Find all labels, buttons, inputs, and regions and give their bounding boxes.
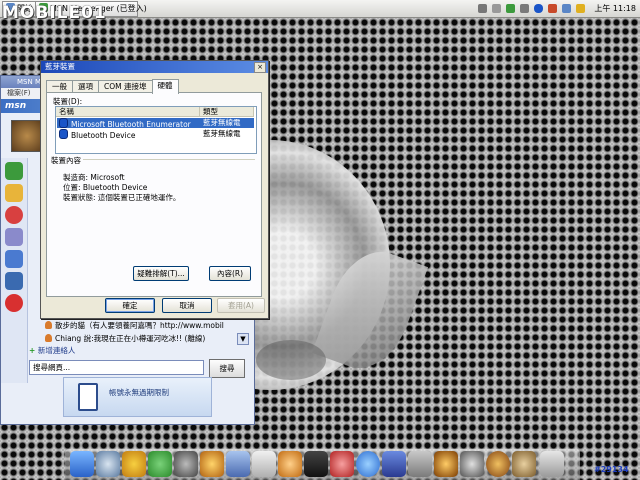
- browser-icon[interactable]: [356, 451, 380, 477]
- search-button[interactable]: 搜尋: [209, 359, 245, 378]
- finder-icon[interactable]: [70, 451, 94, 477]
- keyboard-icon[interactable]: [478, 4, 488, 13]
- tools-icon[interactable]: [174, 451, 198, 477]
- bluetooth-icon: [59, 129, 68, 139]
- buddy-icon: [45, 334, 52, 342]
- folder-icon[interactable]: [278, 451, 302, 477]
- msn-tray-icon[interactable]: [506, 4, 516, 13]
- bluetooth-icon: [59, 118, 68, 128]
- mobile-tab-icon[interactable]: [5, 206, 23, 224]
- device-list[interactable]: 名稱 類型 Microsoft Bluetooth Enumerator 藍芽無…: [55, 106, 257, 154]
- game-icon[interactable]: [512, 451, 536, 477]
- dialog-title: 藍芽裝置: [45, 62, 75, 71]
- dialog-title-bar[interactable]: 藍芽裝置 ×: [41, 61, 268, 73]
- wallpaper-shadow: [256, 340, 326, 380]
- buddy-icon: [45, 321, 52, 329]
- volume-icon[interactable]: [520, 4, 530, 13]
- connect-tab-icon[interactable]: [5, 272, 23, 290]
- media-icon[interactable]: [200, 451, 224, 477]
- device-row-bluetooth-device[interactable]: Bluetooth Device 藍芽無線電: [57, 129, 254, 140]
- movie-icon[interactable]: [304, 451, 328, 477]
- troubleshoot-button[interactable]: 疑難排解(T)...: [133, 266, 189, 281]
- ad-banner[interactable]: 帳號永無過期限制: [63, 377, 212, 417]
- system-tray: 上午 11:18: [478, 0, 640, 17]
- watermark-logo: MOBILE01: [2, 3, 107, 23]
- heart-tab-icon[interactable]: [5, 294, 23, 312]
- menu-file[interactable]: 檔案(F): [7, 89, 31, 97]
- trash-icon[interactable]: [540, 451, 564, 477]
- column-header-type[interactable]: 類型: [200, 107, 254, 117]
- bluetooth-devices-dialog[interactable]: 藍芽裝置 × 一般 選項 COM 連接埠 硬體 裝置(D): 名稱 類型 Mic…: [40, 60, 269, 319]
- dock: [65, 449, 580, 480]
- tab-hardware[interactable]: 硬體: [151, 79, 179, 94]
- search-input[interactable]: 搜尋網頁...: [29, 360, 204, 375]
- apply-button[interactable]: 套用(A): [217, 298, 265, 313]
- system-icon[interactable]: [96, 451, 120, 477]
- column-header-name[interactable]: 名稱: [56, 107, 200, 117]
- device-status-text: 裝置狀態: 這個裝置已正確地運作。: [63, 193, 181, 202]
- msn-sidebar: [1, 158, 28, 383]
- avatar[interactable]: [11, 120, 43, 152]
- list-item[interactable]: 散步的貓（有人要領養阿嘉嗎？http://www.mobil: [41, 319, 249, 332]
- list-item[interactable]: Chiang 說:我現在正在小樽運河吃冰!! (離線): [41, 332, 249, 345]
- music-icon[interactable]: [486, 451, 510, 477]
- bluetooth-tray-icon[interactable]: [534, 4, 544, 13]
- phone-icon: [78, 383, 98, 411]
- image-counter: #29134: [594, 465, 629, 474]
- network-icon[interactable]: [492, 4, 502, 13]
- plus-icon: +: [29, 346, 38, 355]
- ok-button[interactable]: 確定: [105, 298, 155, 313]
- scroll-down-button[interactable]: ▼: [237, 333, 249, 345]
- alerts-tab-icon[interactable]: [5, 184, 23, 202]
- preview-icon[interactable]: [226, 451, 250, 477]
- photo-album-icon[interactable]: [434, 451, 458, 477]
- tab-strip: 一般 選項 COM 連接埠 硬體: [46, 79, 179, 94]
- mail-icon[interactable]: [330, 451, 354, 477]
- close-button[interactable]: ×: [254, 62, 266, 73]
- properties-group-label: 裝置內容: [49, 155, 83, 166]
- photo-icon[interactable]: [122, 451, 146, 477]
- text-editor-icon[interactable]: [252, 451, 276, 477]
- contacts-tab-icon[interactable]: [5, 162, 23, 180]
- ebay-tab-icon[interactable]: [5, 250, 23, 268]
- calendar-icon[interactable]: [382, 451, 406, 477]
- finance-tab-icon[interactable]: [5, 228, 23, 246]
- device-row-enumerator[interactable]: Microsoft Bluetooth Enumerator 藍芽無線電: [57, 118, 254, 129]
- update-icon[interactable]: [562, 4, 572, 13]
- ad-text: 帳號永無過期限制: [109, 388, 169, 397]
- clock[interactable]: 上午 11:18: [594, 3, 636, 14]
- antivirus-icon[interactable]: [548, 4, 558, 13]
- settings-icon[interactable]: [408, 451, 432, 477]
- security-icon[interactable]: [576, 4, 586, 13]
- add-contact-link[interactable]: + 新增連絡人: [29, 345, 75, 356]
- cancel-button[interactable]: 取消: [162, 298, 212, 313]
- properties-button[interactable]: 內容(R): [209, 266, 251, 281]
- contact-list: 散步的貓（有人要領養阿嘉嗎？http://www.mobil Chiang 說:…: [41, 319, 249, 345]
- camera-icon[interactable]: [460, 451, 484, 477]
- messenger-icon[interactable]: [148, 451, 172, 477]
